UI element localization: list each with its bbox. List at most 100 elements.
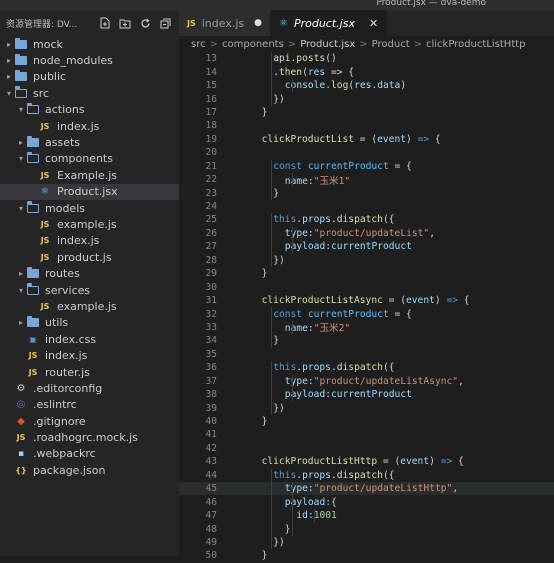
code-line: 42 — [179, 442, 554, 455]
react-icon: ⚛ — [40, 186, 50, 198]
close-icon[interactable]: ✕ — [369, 17, 378, 30]
tree-item[interactable]: JS Example.js — [0, 167, 179, 183]
tree-item[interactable]: ◎ .eslintrc — [0, 397, 179, 413]
tree-item-label: .editorconfig — [33, 381, 103, 395]
indent-guide — [271, 213, 273, 227]
tree-item-label: routes — [45, 267, 80, 281]
code-text: clickProductList = (event) => { — [250, 134, 441, 145]
tree-item[interactable]: ▣ index.css — [0, 331, 179, 347]
breadcrumb-item[interactable]: src — [191, 39, 206, 50]
code-text: clickProductListHttp = (event) => { — [250, 456, 464, 467]
tree-item[interactable]: ▾ models — [0, 200, 179, 216]
tree-item[interactable]: ⚙ .editorconfig — [0, 380, 179, 396]
line-number: 19 — [205, 133, 217, 145]
refresh-icon[interactable] — [139, 17, 151, 29]
code-token: currentProduct — [331, 389, 412, 401]
line-number: 45 — [205, 483, 217, 495]
code-token: this — [273, 362, 297, 374]
tree-item[interactable]: ▸ node_modules — [0, 52, 179, 68]
line-number: 43 — [205, 456, 217, 468]
tree-item[interactable]: JS product.js — [0, 249, 179, 265]
chevron-right-icon: ▸ — [6, 39, 11, 49]
code-token: name — [284, 175, 308, 187]
indent-guide — [292, 522, 294, 536]
folder-icon — [26, 283, 40, 296]
js-file-icon: JS — [28, 367, 38, 377]
tree-item-label: example.js — [57, 217, 117, 231]
tree-item-label: .webpackrc — [33, 447, 96, 461]
line-number: 17 — [205, 106, 217, 118]
tree-item-label: services — [45, 283, 91, 297]
collapse-icon[interactable] — [159, 17, 171, 29]
unsaved-dot-icon[interactable]: ● — [254, 18, 262, 28]
tree-item[interactable]: JS index.js — [0, 347, 179, 363]
code-line: 16}) — [179, 92, 554, 106]
code-text: } — [250, 188, 279, 199]
tree-item[interactable]: ▸ assets — [0, 134, 179, 150]
new-file-icon[interactable] — [99, 17, 111, 29]
code-token: payload — [284, 241, 326, 253]
code-text: api.posts() — [250, 53, 337, 64]
line-number: 46 — [205, 496, 217, 508]
line-number: 20 — [205, 147, 217, 159]
folder-icon — [14, 70, 28, 82]
tree-item[interactable]: JS index.js — [0, 118, 179, 134]
code-text: console.log(res.data) — [250, 80, 406, 91]
tree-item[interactable]: ⚛ Product.jsx — [0, 183, 179, 200]
tree-item-label: public — [33, 70, 67, 84]
tree-item[interactable]: ▸ utils — [0, 315, 179, 331]
breadcrumb-item[interactable]: Product — [372, 39, 410, 50]
indent-guide — [271, 92, 273, 106]
breadcrumb-separator: > — [287, 39, 297, 50]
tree-item[interactable]: JS router.js — [0, 364, 179, 380]
tree-item[interactable]: ▾ components — [0, 151, 179, 167]
tree-item[interactable]: {} package.json — [0, 462, 179, 478]
code-token: currentProduct — [307, 308, 389, 320]
code-area[interactable]: 13 api.posts() 14 .then(res => {15 console.l… — [179, 52, 554, 563]
code-text: }) — [250, 403, 285, 414]
tree-item[interactable]: ▾ src — [0, 85, 179, 101]
tree-item-label: node_modules — [33, 54, 113, 68]
code-token: => — [440, 456, 453, 468]
code-token: currentProduct — [331, 241, 412, 253]
tree-item[interactable]: ▸ routes — [0, 265, 179, 281]
code-line: 28}) — [179, 253, 554, 267]
tree-item[interactable]: ▸ mock — [0, 36, 179, 52]
line-number: 39 — [205, 402, 217, 414]
tree-item[interactable]: ▾ services — [0, 282, 179, 298]
code-text: type:"product/updateList", — [250, 228, 435, 239]
new-folder-icon[interactable] — [119, 17, 131, 29]
line-number: 26 — [205, 227, 217, 239]
folder-icon — [26, 267, 40, 279]
tree-item-label: Example.js — [57, 168, 118, 182]
folder-icon — [14, 86, 28, 99]
tree-item[interactable]: ◆ .gitignore — [0, 413, 179, 429]
line-number: 13 — [205, 53, 217, 65]
tree-item[interactable]: ▾ actions — [0, 102, 179, 118]
code-token: => — [446, 295, 459, 307]
editor-tab[interactable]: ⚛ Product.jsx ✕ — [271, 10, 388, 36]
tree-item[interactable]: JS .roadhogrc.mock.js — [0, 429, 179, 445]
tree-item[interactable]: JS index.js — [0, 233, 179, 249]
line-number: 14 — [205, 66, 217, 78]
code-line: 45 type:"product/updateListHttp", — [179, 482, 554, 496]
tree-item-label: assets — [45, 136, 81, 150]
tree-item[interactable]: JS example.js — [0, 216, 179, 232]
breadcrumb-item[interactable]: components — [222, 39, 284, 50]
code-token: type — [284, 483, 308, 495]
breadcrumb-item[interactable]: clickProductListHttp — [426, 39, 526, 50]
indent-guide — [271, 186, 273, 200]
code-token: () — [325, 53, 337, 65]
tree-item[interactable]: ▸ public — [0, 69, 179, 85]
breadcrumb-item[interactable]: Product.jsx — [300, 39, 355, 50]
tree-item[interactable]: JS example.js — [0, 298, 179, 314]
line-number: 30 — [205, 281, 217, 293]
line-number: 24 — [205, 201, 217, 213]
code-line: 26 type:"product/updateList", — [179, 226, 554, 241]
code-token: } — [273, 187, 279, 199]
code-line: 34} — [179, 334, 554, 348]
line-number: 38 — [205, 389, 217, 401]
title-bar: Product.jsx — dva-demo — [0, 0, 554, 10]
editor-tab[interactable]: JS index.js ● — [179, 10, 271, 36]
tree-item[interactable]: ▪ .webpackrc — [0, 446, 179, 462]
